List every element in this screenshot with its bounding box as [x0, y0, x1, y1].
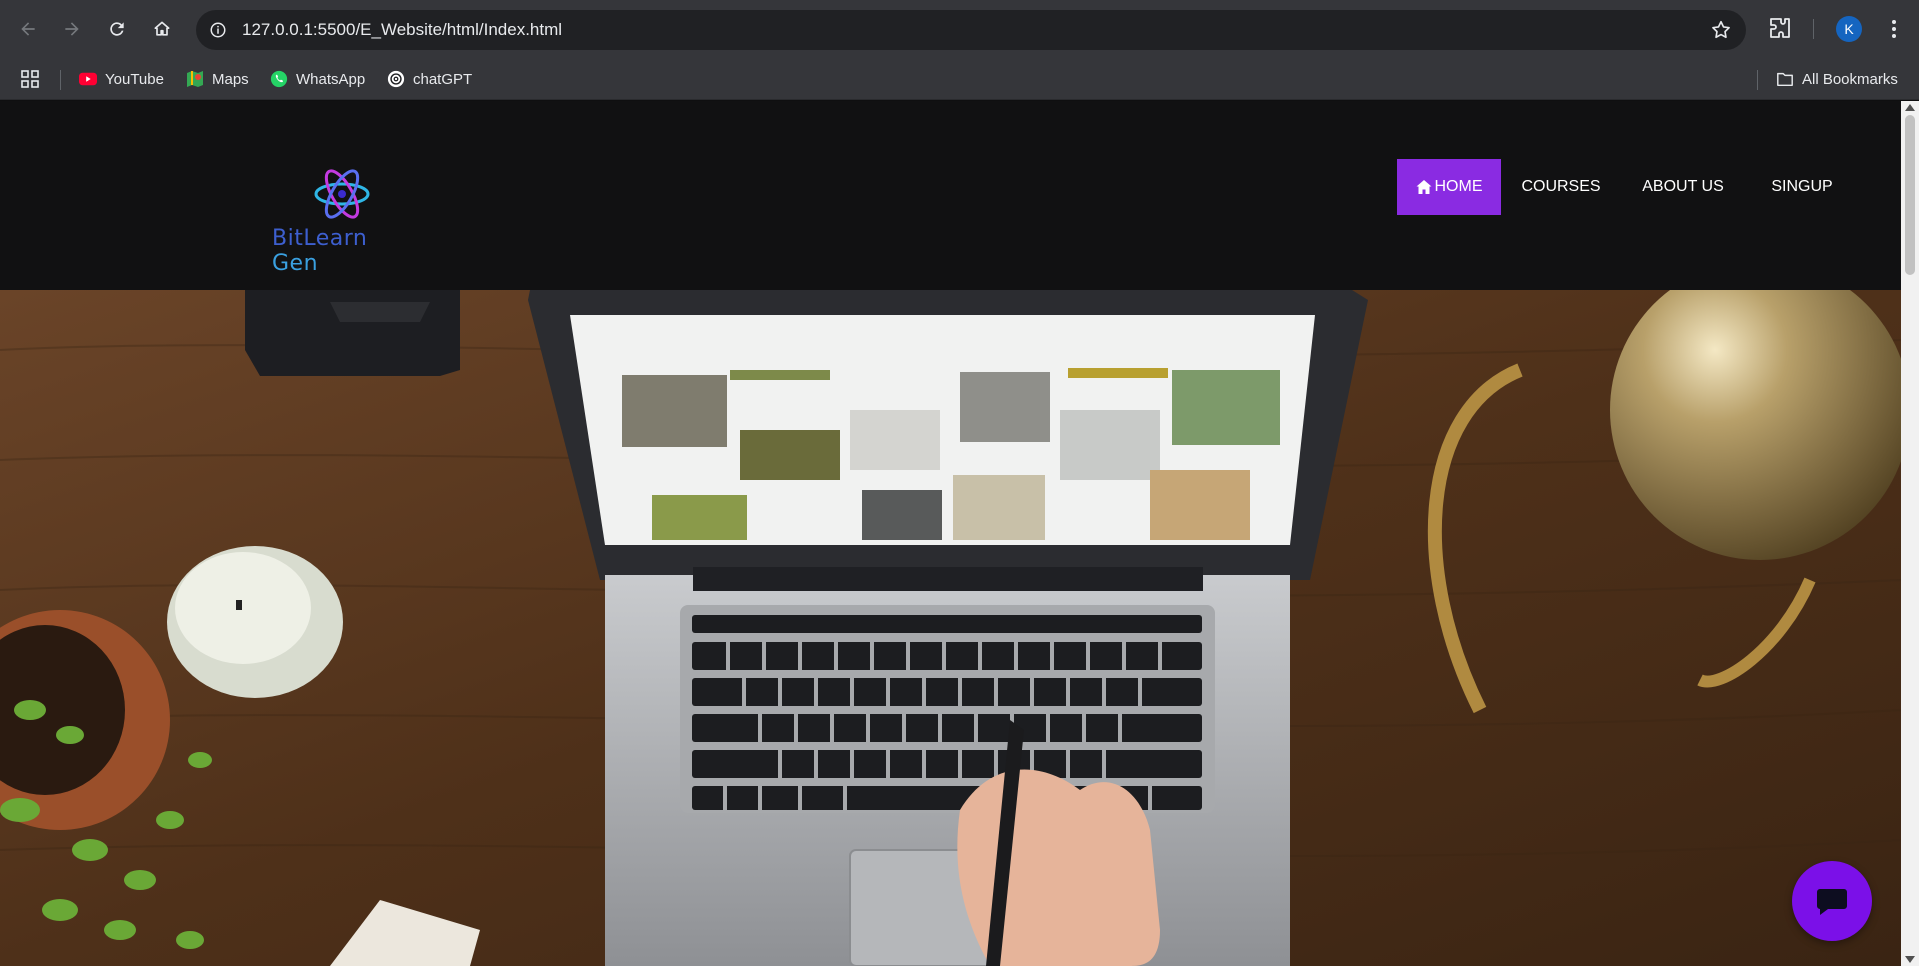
desk-laptop-illustration	[0, 290, 1901, 966]
bookmarks-divider	[60, 70, 61, 90]
bookmarks-bar: YouTube Maps WhatsApp chatGPT All Bookma…	[0, 58, 1919, 100]
bookmark-label: WhatsApp	[296, 70, 366, 88]
nav-courses[interactable]: COURSES	[1501, 159, 1621, 215]
back-button[interactable]	[12, 13, 44, 45]
home-icon	[1416, 180, 1431, 194]
youtube-icon	[79, 70, 97, 88]
scroll-down-arrow-icon[interactable]	[1905, 956, 1915, 963]
chat-widget-button[interactable]	[1792, 861, 1872, 941]
bookmark-label: YouTube	[105, 70, 164, 88]
bookmark-chatgpt[interactable]: chatGPT	[387, 67, 472, 91]
apps-button[interactable]	[20, 67, 40, 91]
atom-logo-icon	[314, 169, 370, 219]
page-scrollbar[interactable]	[1901, 101, 1919, 966]
bookmark-whatsapp[interactable]: WhatsApp	[270, 67, 365, 91]
site-info-icon[interactable]	[206, 18, 230, 42]
bookmark-label: chatGPT	[413, 70, 473, 88]
all-bookmarks[interactable]: All Bookmarks	[1776, 67, 1898, 91]
bookmarks-divider	[1757, 70, 1758, 90]
toolbar-divider	[1813, 19, 1814, 39]
home-button[interactable]	[146, 13, 178, 45]
site-logo[interactable]: BitLearn Gen	[270, 166, 415, 276]
chatgpt-icon	[387, 70, 405, 88]
nav-about-us[interactable]: ABOUT US	[1621, 159, 1745, 215]
extensions-icon[interactable]	[1768, 16, 1792, 40]
web-page: BitLearn Gen HOME COURSES ABOUT US SINGU…	[0, 101, 1901, 966]
arrow-left-icon	[21, 22, 35, 36]
profile-avatar[interactable]: K	[1836, 16, 1862, 42]
bookmark-maps[interactable]: Maps	[186, 67, 249, 91]
apps-grid-icon	[21, 70, 39, 88]
folder-icon	[1776, 70, 1794, 88]
url-text[interactable]: 127.0.0.1:5500/E_Website/html/Index.html	[242, 20, 562, 40]
all-bookmarks-label: All Bookmarks	[1802, 70, 1898, 88]
bookmark-youtube[interactable]: YouTube	[79, 67, 164, 91]
home-outline-icon	[154, 21, 170, 36]
hero-image	[0, 290, 1901, 966]
maps-icon	[186, 70, 204, 88]
forward-button[interactable]	[56, 13, 88, 45]
reload-icon	[110, 22, 124, 36]
bookmark-label: Maps	[212, 70, 249, 88]
arrow-right-icon	[65, 22, 79, 36]
address-bar[interactable]: 127.0.0.1:5500/E_Website/html/Index.html	[196, 10, 1746, 50]
reload-button[interactable]	[101, 13, 133, 45]
site-header: BitLearn Gen HOME COURSES ABOUT US SINGU…	[0, 101, 1901, 290]
chat-bubble-icon	[1817, 889, 1847, 915]
whatsapp-icon	[270, 70, 288, 88]
nav-signup[interactable]: SINGUP	[1745, 159, 1859, 215]
bookmark-star-icon[interactable]	[1710, 19, 1732, 41]
nav-home[interactable]: HOME	[1397, 159, 1501, 215]
browser-toolbar: 127.0.0.1:5500/E_Website/html/Index.html…	[0, 0, 1919, 58]
more-vertical-icon[interactable]	[1884, 17, 1904, 41]
logo-text: BitLearn Gen	[272, 226, 368, 276]
scroll-up-arrow-icon[interactable]	[1905, 104, 1915, 111]
scrollbar-thumb[interactable]	[1905, 115, 1915, 275]
